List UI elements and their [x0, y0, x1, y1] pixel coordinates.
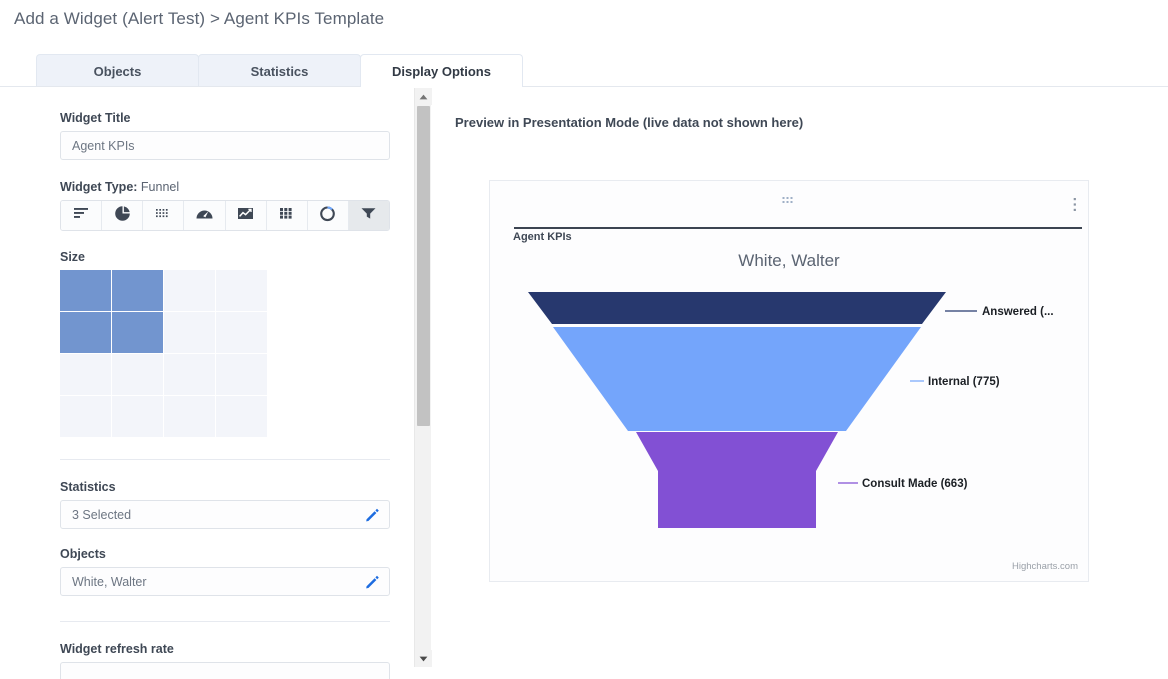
tab-statistics[interactable]: Statistics — [198, 54, 361, 87]
scroll-up-arrow-icon[interactable] — [415, 88, 432, 105]
size-cell-1-4[interactable] — [216, 270, 267, 311]
widget-preview-card: Agent KPIs White, Walter Answered (... I… — [489, 180, 1089, 582]
form-scrollbar[interactable] — [414, 88, 432, 667]
funnel-segment-internal[interactable] — [553, 327, 921, 431]
size-cell-4-3[interactable] — [164, 396, 215, 437]
page-title: Add a Widget (Alert Test) > Agent KPIs T… — [14, 9, 385, 28]
refresh-rate-label: Widget refresh rate — [60, 642, 174, 656]
funnel-label-internal: Internal (775) — [928, 376, 1000, 388]
tab-display-options[interactable]: Display Options — [360, 54, 523, 87]
widget-type-line-chart-button[interactable] — [225, 201, 267, 230]
dot-matrix-icon — [155, 206, 171, 225]
widget-type-pie-chart-button[interactable] — [102, 201, 144, 230]
objects-pencil-icon[interactable] — [364, 574, 380, 590]
size-label: Size — [60, 250, 86, 264]
size-cell-2-2[interactable] — [112, 312, 163, 353]
funnel-segment-consult-made[interactable] — [636, 432, 838, 528]
size-cell-1-1[interactable] — [60, 270, 111, 311]
statistics-field-group: Statistics 3 Selected — [60, 480, 390, 529]
size-cell-3-1[interactable] — [60, 354, 111, 395]
widget-title-label: Widget Title — [60, 111, 131, 125]
widget-type-label: Widget Type: Funnel — [60, 180, 390, 194]
widget-type-value: Funnel — [140, 180, 180, 194]
grid-icon — [279, 206, 294, 225]
funnel-icon — [360, 206, 377, 226]
widget-editor-page: Add a Widget (Alert Test) > Agent KPIs T… — [0, 0, 1168, 679]
statistics-input[interactable]: 3 Selected — [60, 500, 390, 529]
tab-bar: Objects Statistics Display Options — [36, 54, 523, 87]
statistics-pencil-icon[interactable] — [364, 507, 380, 523]
widget-type-group: Widget Type: Funnel — [60, 180, 390, 231]
size-cell-3-4[interactable] — [216, 354, 267, 395]
funnel-segment-answered[interactable] — [528, 292, 946, 324]
widget-title-field-group: Widget Title Agent KPIs — [60, 111, 390, 160]
size-cell-3-3[interactable] — [164, 354, 215, 395]
objects-field-group: Objects White, Walter — [60, 547, 390, 596]
pie-chart-icon — [114, 205, 131, 227]
statistics-value: 3 Selected — [72, 507, 132, 522]
size-cell-4-1[interactable] — [60, 396, 111, 437]
preview-heading: Preview in Presentation Mode (live data … — [455, 115, 804, 130]
bar-chart-icon — [73, 206, 90, 226]
widget-type-gauge-button[interactable] — [184, 201, 226, 230]
widget-type-bar-chart-button[interactable] — [61, 201, 103, 230]
widget-title-value: Agent KPIs — [72, 138, 135, 153]
size-cell-4-4[interactable] — [216, 396, 267, 437]
widget-type-donut-button[interactable] — [307, 201, 349, 230]
widget-type-label-prefix: Widget Type: — [60, 180, 138, 194]
widget-type-funnel-button[interactable] — [348, 201, 389, 230]
refresh-rate-input[interactable] — [60, 662, 390, 679]
widget-title-input[interactable]: Agent KPIs — [60, 131, 390, 160]
tab-objects[interactable]: Objects — [36, 54, 199, 87]
widget-type-dot-matrix-button[interactable] — [143, 201, 185, 230]
line-chart-icon — [237, 206, 254, 226]
size-cell-2-3[interactable] — [164, 312, 215, 353]
donut-icon — [319, 205, 336, 227]
refresh-rate-field-group: Widget refresh rate — [60, 642, 390, 679]
funnel-label-consult-made: Consult Made (663) — [862, 478, 968, 490]
widget-type-grid-button[interactable] — [266, 201, 308, 230]
display-options-form: Widget Title Agent KPIs Widget Type: Fun… — [0, 88, 404, 679]
size-cell-3-2[interactable] — [112, 354, 163, 395]
objects-input[interactable]: White, Walter — [60, 567, 390, 596]
highcharts-credits: Highcharts.com — [1012, 561, 1078, 572]
form-divider-bottom — [60, 621, 390, 622]
size-cell-1-3[interactable] — [164, 270, 215, 311]
scroll-down-arrow-icon[interactable] — [415, 650, 432, 667]
size-cell-4-2[interactable] — [112, 396, 163, 437]
size-group: Size — [60, 250, 267, 437]
funnel-label-answered: Answered (... — [982, 306, 1054, 318]
gauge-icon — [195, 207, 214, 225]
objects-value: White, Walter — [72, 574, 147, 589]
tab-underline — [0, 86, 1168, 87]
size-cell-2-4[interactable] — [216, 312, 267, 353]
objects-label: Objects — [60, 547, 106, 561]
size-grid — [60, 270, 267, 437]
form-divider-top — [60, 459, 390, 460]
scrollbar-thumb[interactable] — [417, 106, 430, 426]
widget-type-selector — [60, 200, 390, 231]
size-cell-1-2[interactable] — [112, 270, 163, 311]
size-cell-2-1[interactable] — [60, 312, 111, 353]
funnel-chart: Answered (... Internal (775) Consult Mad… — [528, 292, 1054, 528]
statistics-label: Statistics — [60, 480, 116, 494]
